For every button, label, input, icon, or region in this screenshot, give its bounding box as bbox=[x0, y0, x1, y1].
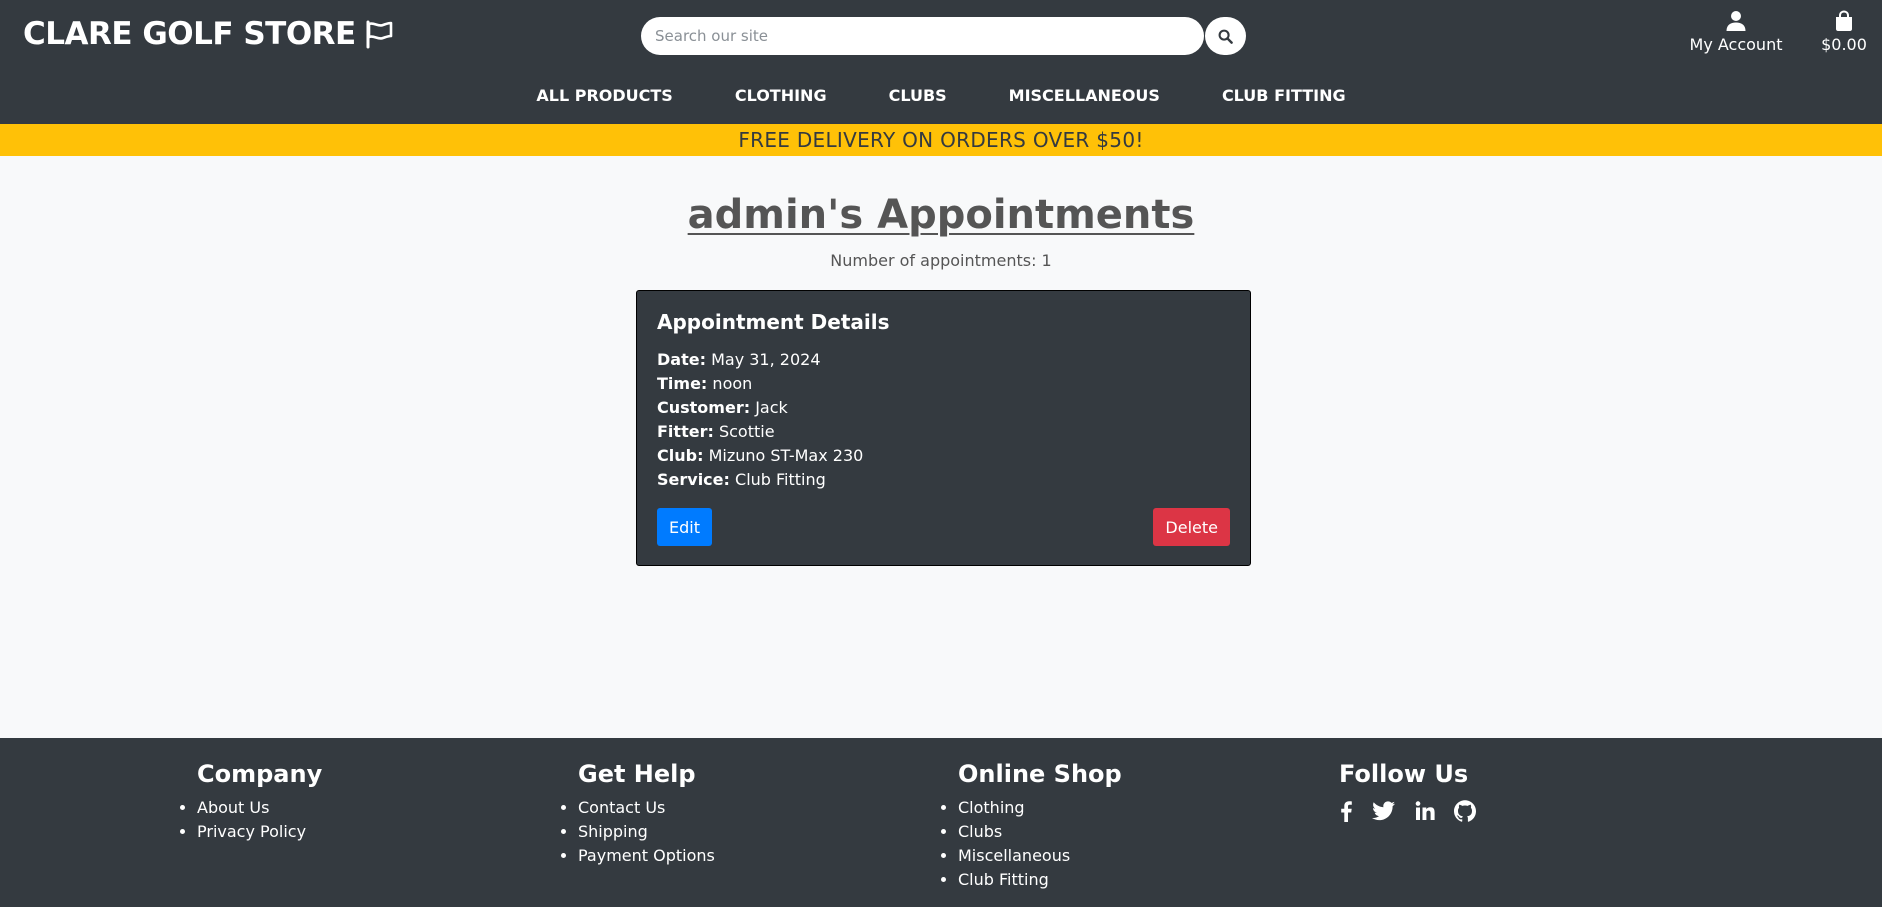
footer-link-about-us[interactable]: About Us bbox=[197, 798, 269, 817]
list-item: Clubs bbox=[958, 820, 1122, 844]
cart-total: $0.00 bbox=[1821, 35, 1867, 54]
detail-service: Service: Club Fitting bbox=[657, 470, 826, 489]
site-footer: Company About Us Privacy Policy Get Help… bbox=[0, 738, 1882, 907]
nav-clothing[interactable]: CLOTHING bbox=[704, 84, 858, 108]
footer-shop-links: Clothing Clubs Miscellaneous Club Fittin… bbox=[938, 796, 1122, 892]
facebook-icon[interactable] bbox=[1339, 800, 1353, 822]
page-title: admin's Appointments bbox=[687, 192, 1195, 238]
footer-company-links: About Us Privacy Policy bbox=[177, 796, 322, 844]
social-links bbox=[1339, 800, 1476, 822]
footer-link-contact-us[interactable]: Contact Us bbox=[578, 798, 665, 817]
delete-button[interactable]: Delete bbox=[1153, 508, 1230, 546]
footer-company-heading: Company bbox=[197, 760, 323, 788]
search-icon bbox=[1218, 29, 1233, 44]
footer-company: Company About Us Privacy Policy bbox=[197, 760, 322, 844]
list-item: Contact Us bbox=[578, 796, 715, 820]
shopping-bag-icon bbox=[1836, 10, 1852, 31]
footer-link-shipping[interactable]: Shipping bbox=[578, 822, 648, 841]
nav-club-fitting[interactable]: CLUB FITTING bbox=[1191, 84, 1377, 108]
detail-fitter: Fitter: Scottie bbox=[657, 422, 775, 441]
edit-button[interactable]: Edit bbox=[657, 508, 712, 546]
footer-link-miscellaneous[interactable]: Miscellaneous bbox=[958, 846, 1070, 865]
detail-date: Date: May 31, 2024 bbox=[657, 350, 821, 369]
footer-link-payment-options[interactable]: Payment Options bbox=[578, 846, 715, 865]
detail-customer: Customer: Jack bbox=[657, 398, 788, 417]
list-item: Privacy Policy bbox=[197, 820, 322, 844]
footer-link-privacy-policy[interactable]: Privacy Policy bbox=[197, 822, 306, 841]
detail-time: Time: noon bbox=[657, 374, 753, 393]
github-icon[interactable] bbox=[1454, 800, 1476, 822]
list-item: About Us bbox=[197, 796, 322, 820]
search-button[interactable] bbox=[1205, 17, 1246, 55]
search-input[interactable] bbox=[641, 17, 1204, 55]
footer-help: Get Help Contact Us Shipping Payment Opt… bbox=[578, 760, 715, 868]
footer-help-heading: Get Help bbox=[578, 760, 696, 788]
nav-all-products[interactable]: ALL PRODUCTS bbox=[505, 84, 703, 108]
list-item: Shipping bbox=[578, 820, 715, 844]
footer-shop-heading: Online Shop bbox=[958, 760, 1122, 788]
footer-link-clothing[interactable]: Clothing bbox=[958, 798, 1025, 817]
delivery-banner: FREE DELIVERY ON ORDERS OVER $50! bbox=[0, 124, 1882, 156]
footer-follow: Follow Us bbox=[1339, 760, 1476, 822]
logo-text: CLARE GOLF STORE bbox=[23, 16, 356, 52]
nav-miscellaneous[interactable]: MISCELLANEOUS bbox=[978, 84, 1191, 108]
flag-icon bbox=[366, 20, 393, 49]
nav-clubs[interactable]: CLUBS bbox=[858, 84, 978, 108]
my-account-link[interactable]: My Account bbox=[1688, 10, 1784, 54]
footer-link-club-fitting[interactable]: Club Fitting bbox=[958, 870, 1049, 889]
card-title: Appointment Details bbox=[657, 310, 890, 334]
list-item: Club Fitting bbox=[958, 868, 1122, 892]
linkedin-icon[interactable] bbox=[1415, 801, 1435, 821]
footer-link-clubs[interactable]: Clubs bbox=[958, 822, 1002, 841]
detail-club: Club: Mizuno ST-Max 230 bbox=[657, 446, 864, 465]
search-form bbox=[641, 17, 1246, 55]
user-icon bbox=[1726, 11, 1746, 31]
my-account-label: My Account bbox=[1689, 35, 1783, 54]
footer-follow-heading: Follow Us bbox=[1339, 760, 1469, 788]
site-logo[interactable]: CLARE GOLF STORE bbox=[23, 14, 394, 54]
list-item: Clothing bbox=[958, 796, 1122, 820]
cart-link[interactable]: $0.00 bbox=[1816, 10, 1872, 54]
site-header: CLARE GOLF STORE My Account $0.00 ALL PR… bbox=[0, 0, 1882, 124]
appointment-count: Number of appointments: 1 bbox=[830, 251, 1052, 270]
footer-shop: Online Shop Clothing Clubs Miscellaneous… bbox=[958, 760, 1122, 892]
twitter-icon[interactable] bbox=[1372, 801, 1396, 821]
list-item: Payment Options bbox=[578, 844, 715, 868]
main-nav: ALL PRODUCTS CLOTHING CLUBS MISCELLANEOU… bbox=[0, 84, 1882, 108]
list-item: Miscellaneous bbox=[958, 844, 1122, 868]
appointment-details: Date: May 31, 2024 Time: noon Customer: … bbox=[657, 348, 863, 492]
footer-help-links: Contact Us Shipping Payment Options bbox=[558, 796, 715, 868]
appointment-card: Appointment Details Date: May 31, 2024 T… bbox=[636, 290, 1251, 566]
